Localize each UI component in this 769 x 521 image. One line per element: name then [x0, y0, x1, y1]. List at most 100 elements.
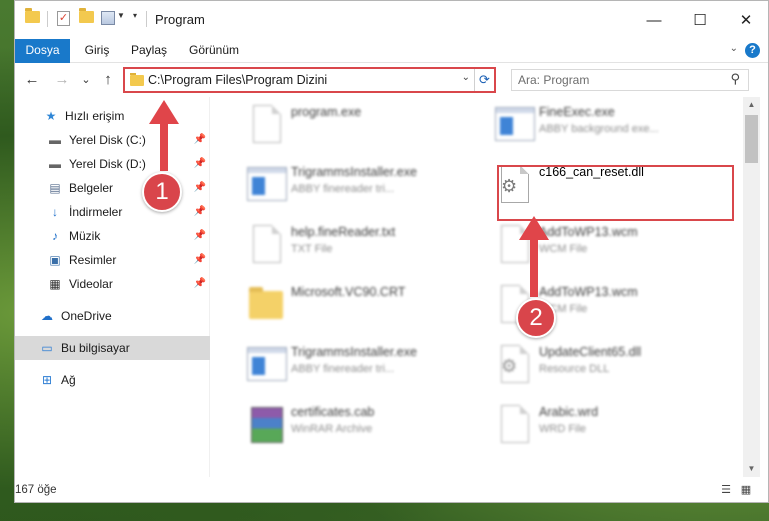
file-name: FineExec.exe [539, 105, 615, 119]
navigation-pane: ★ Hızlı erişim ▬ Yerel Disk (C:) 📌 ▬ Yer… [15, 97, 210, 477]
annotation-arrow-2-shaft [530, 239, 538, 297]
file-item[interactable]: program.exe [241, 101, 481, 159]
annotation-arrow-1-shaft [160, 123, 168, 171]
search-placeholder: Ara: Program [518, 73, 590, 87]
step-badge-1: 1 [142, 172, 182, 212]
navigation-bar: ← → ⌄ ↑ C:\Program Files\Program Dizini … [15, 64, 768, 96]
sidebar-item-label: Hızlı erişim [65, 109, 125, 123]
minimize-button[interactable]: — [631, 1, 677, 39]
file-name: program.exe [291, 105, 362, 119]
address-bar[interactable]: C:\Program Files\Program Dizini ⌄ ⟳ [123, 67, 496, 93]
maximize-button[interactable]: ☐ [677, 1, 723, 39]
file-name: TrigrammsInstaller.exe [291, 165, 417, 179]
file-type: WRD File [539, 423, 587, 435]
file-name: UpdateClient65.dll [539, 345, 642, 359]
tab-gorunum[interactable]: Görünüm [182, 39, 246, 63]
properties-icon[interactable] [101, 11, 115, 25]
file-item[interactable]: help.fineReader.txt TXT File [241, 221, 481, 279]
pin-icon[interactable]: 📌 [194, 206, 206, 217]
close-button[interactable]: ✕ [723, 1, 769, 39]
sidebar-item-network[interactable]: ⊞ Ağ [15, 368, 210, 392]
file-name: certificates.cab [291, 405, 375, 419]
pin-icon[interactable]: 📌 [194, 182, 206, 193]
new-folder-icon[interactable] [79, 8, 94, 23]
search-box[interactable]: Ara: Program ⚲ [511, 69, 749, 91]
quick-access-dropdown-icon[interactable]: ▼ [117, 11, 125, 20]
sidebar-item-quick-access[interactable]: ★ Hızlı erişim [15, 104, 210, 128]
title-bar: ✓ ▼ ▾ Program — ☐ ✕ [15, 1, 768, 39]
search-icon[interactable]: ⚲ [730, 71, 740, 87]
sidebar-item-this-pc[interactable]: ▭ Bu bilgisayar [15, 336, 210, 360]
file-name: TrigrammsInstaller.exe [291, 345, 417, 359]
sidebar-item-label: Bu bilgisayar [61, 341, 130, 355]
folder-icon [245, 283, 287, 327]
step-badge-2: 2 [516, 298, 556, 338]
tab-giris[interactable]: Giriş [77, 39, 117, 63]
sidebar-item-videos[interactable]: ▦ Videolar 📌 [15, 272, 210, 296]
file-item[interactable]: FineExec.exe ABBY background exe... [489, 101, 729, 159]
annotation-arrow-1-head [149, 100, 179, 124]
customize-toolbar-icon[interactable]: ▾ [133, 11, 137, 20]
title-separator [146, 11, 147, 27]
properties-check-icon[interactable]: ✓ [57, 11, 70, 26]
help-icon[interactable]: ? [745, 43, 760, 58]
pin-icon[interactable]: 📌 [194, 230, 206, 241]
forward-button[interactable]: → [51, 69, 73, 91]
sidebar-item-label: Belgeler [69, 181, 114, 195]
pin-icon[interactable]: 📌 [194, 254, 206, 265]
scroll-up-icon[interactable]: ▲ [743, 97, 760, 113]
sidebar-item-disk-d[interactable]: ▬ Yerel Disk (D:) 📌 [15, 152, 210, 176]
star-icon: ★ [45, 109, 57, 123]
ribbon-tabs: Dosya Giriş Paylaş Görünüm ⌄ ? [15, 39, 768, 63]
file-item[interactable]: TrigrammsInstaller.exe ABBY finereader t… [241, 161, 481, 219]
details-view-icon[interactable]: ☰ [719, 484, 733, 496]
file-type: ABBY finereader tri... [291, 363, 395, 375]
folder-icon [130, 73, 144, 86]
status-bar: 167 öğe ☰ ▦ [15, 478, 768, 502]
pin-icon[interactable]: 📌 [194, 278, 206, 289]
sidebar-item-pictures[interactable]: ▣ Resimler 📌 [15, 248, 210, 272]
music-note-icon: ♪ [52, 229, 58, 243]
sidebar-item-label: OneDrive [61, 309, 112, 323]
sidebar-item-label: Ağ [61, 373, 76, 387]
file-item[interactable]: Microsoft.VC90.CRT [241, 281, 481, 339]
sidebar-item-label: Resimler [69, 253, 117, 267]
scroll-down-icon[interactable]: ▼ [743, 461, 760, 477]
wrd-icon [493, 403, 535, 447]
tab-paylas[interactable]: Paylaş [125, 39, 173, 63]
film-icon: ▦ [49, 277, 61, 291]
file-explorer-window: ✓ ▼ ▾ Program — ☐ ✕ Dosya Giriş Paylaş G… [14, 0, 769, 503]
documents-icon: ▤ [49, 181, 61, 195]
tab-dosya[interactable]: Dosya [15, 39, 70, 63]
disk-icon: ▬ [49, 157, 61, 171]
exe-icon [245, 103, 287, 147]
sidebar-item-label: Yerel Disk (C:) [69, 133, 146, 147]
pin-icon[interactable]: 📌 [194, 158, 206, 169]
file-name: AddToWP13.wcm [539, 225, 638, 239]
address-path[interactable]: C:\Program Files\Program Dizini [148, 73, 327, 87]
up-button[interactable]: ↑ [97, 69, 119, 91]
chevron-down-icon[interactable]: ⌄ [462, 72, 470, 83]
sidebar-item-onedrive[interactable]: ☁ OneDrive [15, 304, 210, 328]
sidebar-item-label: İndirmeler [69, 205, 123, 219]
file-type: ABBY background exe... [539, 123, 659, 135]
file-name: help.fineReader.txt [291, 225, 396, 239]
sidebar-item-downloads[interactable]: ↓ İndirmeler 📌 [15, 200, 210, 224]
file-item[interactable]: ⚙ UpdateClient65.dll Resource DLL [489, 341, 729, 399]
file-item[interactable]: Arabic.wrd WRD File [489, 401, 729, 459]
large-icons-view-icon[interactable]: ▦ [739, 484, 753, 496]
expand-ribbon-icon[interactable]: ⌄ [730, 43, 738, 54]
back-button[interactable]: ← [21, 69, 43, 91]
vertical-scrollbar[interactable]: ▲ ▼ [743, 97, 760, 477]
pin-icon[interactable]: 📌 [194, 134, 206, 145]
recent-locations-button[interactable]: ⌄ [75, 69, 97, 91]
sidebar-item-disk-c[interactable]: ▬ Yerel Disk (C:) 📌 [15, 128, 210, 152]
file-item[interactable]: certificates.cab WinRAR Archive [241, 401, 481, 459]
refresh-button[interactable]: ⟳ [474, 69, 494, 91]
network-icon: ⊞ [41, 373, 53, 387]
exe-icon [245, 163, 287, 207]
sidebar-item-label: Videolar [69, 277, 113, 291]
file-item[interactable]: TrigrammsInstaller.exe ABBY finereader t… [241, 341, 481, 399]
scrollbar-thumb[interactable] [745, 115, 758, 163]
sidebar-item-music[interactable]: ♪ Müzik 📌 [15, 224, 210, 248]
